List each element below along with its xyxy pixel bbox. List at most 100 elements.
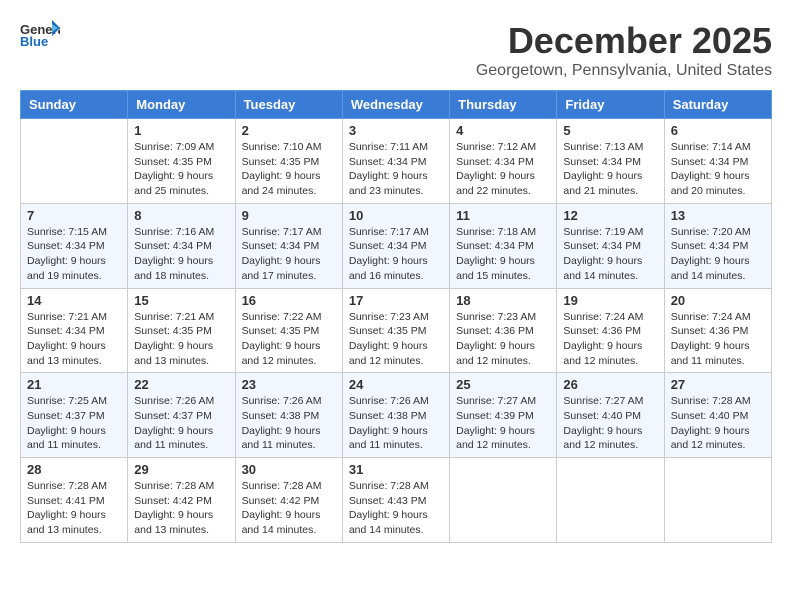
day-number: 11 <box>456 208 550 223</box>
table-row: 17 Sunrise: 7:23 AMSunset: 4:35 PMDayligh… <box>342 288 449 373</box>
table-row: 16Sunrise: 7:22 AMSunset: 4:35 PMDayligh… <box>235 288 342 373</box>
day-info: Sunrise: 7:21 AMSunset: 4:34 PMDaylight:… <box>27 310 121 369</box>
table-row: 1 Sunrise: 7:09 AMSunset: 4:35 PMDaylight… <box>128 119 235 204</box>
table-row: 14 Sunrise: 7:21 AMSunset: 4:34 PMDayligh… <box>21 288 128 373</box>
day-number: 5 <box>563 123 657 138</box>
day-info: Sunrise: 7:14 AMSunset: 4:34 PMDaylight:… <box>671 140 765 199</box>
table-row: 5 Sunrise: 7:13 AMSunset: 4:34 PMDaylight… <box>557 119 664 204</box>
calendar-week-row: 14 Sunrise: 7:21 AMSunset: 4:34 PMDayligh… <box>21 288 772 373</box>
header-sunday: Sunday <box>21 91 128 119</box>
day-info: Sunrise: 7:18 AMSunset: 4:34 PMDaylight:… <box>456 225 550 284</box>
day-info: Sunrise: 7:24 AMSunset: 4:36 PMDaylight:… <box>671 310 765 369</box>
table-row: 11 Sunrise: 7:18 AMSunset: 4:34 PMDayligh… <box>450 203 557 288</box>
day-info: Sunrise: 7:28 AMSunset: 4:41 PMDaylight:… <box>27 479 121 538</box>
day-number: 18 <box>456 293 550 308</box>
table-row <box>557 458 664 543</box>
table-row <box>664 458 771 543</box>
day-number: 27 <box>671 377 765 392</box>
table-row: 31Sunrise: 7:28 AMSunset: 4:43 PMDayligh… <box>342 458 449 543</box>
day-info: Sunrise: 7:15 AMSunset: 4:34 PMDaylight:… <box>27 225 121 284</box>
day-info: Sunrise: 7:24 AMSunset: 4:36 PMDaylight:… <box>563 310 657 369</box>
day-info: Sunrise: 7:16 AMSunset: 4:34 PMDaylight:… <box>134 225 228 284</box>
table-row: 26 Sunrise: 7:27 AMSunset: 4:40 PMDayligh… <box>557 373 664 458</box>
day-info: Sunrise: 7:26 AMSunset: 4:38 PMDaylight:… <box>242 394 336 453</box>
day-number: 2 <box>242 123 336 138</box>
day-number: 23 <box>242 377 336 392</box>
logo-icon: General Blue <box>20 20 60 48</box>
day-number: 1 <box>134 123 228 138</box>
table-row: 19 Sunrise: 7:24 AMSunset: 4:36 PMDayligh… <box>557 288 664 373</box>
day-info: Sunrise: 7:17 AMSunset: 4:34 PMDaylight:… <box>349 225 443 284</box>
day-number: 20 <box>671 293 765 308</box>
table-row: 21 Sunrise: 7:25 AMSunset: 4:37 PMDayligh… <box>21 373 128 458</box>
day-info: Sunrise: 7:21 AMSunset: 4:35 PMDaylight:… <box>134 310 228 369</box>
table-row: 4 Sunrise: 7:12 AMSunset: 4:34 PMDaylight… <box>450 119 557 204</box>
table-row: 8 Sunrise: 7:16 AMSunset: 4:34 PMDaylight… <box>128 203 235 288</box>
table-row: 18Sunrise: 7:23 AMSunset: 4:36 PMDayligh… <box>450 288 557 373</box>
day-number: 24 <box>349 377 443 392</box>
table-row <box>21 119 128 204</box>
table-row: 22Sunrise: 7:26 AMSunset: 4:37 PMDayligh… <box>128 373 235 458</box>
day-info: Sunrise: 7:12 AMSunset: 4:34 PMDaylight:… <box>456 140 550 199</box>
day-info: Sunrise: 7:28 AMSunset: 4:40 PMDaylight:… <box>671 394 765 453</box>
day-info: Sunrise: 7:23 AMSunset: 4:35 PMDaylight:… <box>349 310 443 369</box>
day-number: 9 <box>242 208 336 223</box>
title-area: December 2025 Georgetown, Pennsylvania, … <box>476 20 772 80</box>
day-number: 4 <box>456 123 550 138</box>
calendar-header-row: Sunday Monday Tuesday Wednesday Thursday… <box>21 91 772 119</box>
header-tuesday: Tuesday <box>235 91 342 119</box>
header-monday: Monday <box>128 91 235 119</box>
table-row: 9 Sunrise: 7:17 AMSunset: 4:34 PMDaylight… <box>235 203 342 288</box>
day-info: Sunrise: 7:27 AMSunset: 4:39 PMDaylight:… <box>456 394 550 453</box>
day-number: 17 <box>349 293 443 308</box>
month-title: December 2025 <box>476 20 772 62</box>
day-number: 21 <box>27 377 121 392</box>
day-number: 10 <box>349 208 443 223</box>
table-row: 29Sunrise: 7:28 AMSunset: 4:42 PMDayligh… <box>128 458 235 543</box>
header-thursday: Thursday <box>450 91 557 119</box>
svg-text:Blue: Blue <box>20 34 48 48</box>
day-number: 26 <box>563 377 657 392</box>
calendar-table: Sunday Monday Tuesday Wednesday Thursday… <box>20 90 772 543</box>
day-number: 3 <box>349 123 443 138</box>
table-row: 25Sunrise: 7:27 AMSunset: 4:39 PMDayligh… <box>450 373 557 458</box>
table-row: 27 Sunrise: 7:28 AMSunset: 4:40 PMDayligh… <box>664 373 771 458</box>
day-number: 7 <box>27 208 121 223</box>
day-info: Sunrise: 7:13 AMSunset: 4:34 PMDaylight:… <box>563 140 657 199</box>
day-number: 12 <box>563 208 657 223</box>
table-row: 6Sunrise: 7:14 AMSunset: 4:34 PMDaylight… <box>664 119 771 204</box>
day-info: Sunrise: 7:20 AMSunset: 4:34 PMDaylight:… <box>671 225 765 284</box>
day-number: 16 <box>242 293 336 308</box>
day-number: 28 <box>27 462 121 477</box>
table-row: 30Sunrise: 7:28 AMSunset: 4:42 PMDayligh… <box>235 458 342 543</box>
day-info: Sunrise: 7:27 AMSunset: 4:40 PMDaylight:… <box>563 394 657 453</box>
calendar-week-row: 7 Sunrise: 7:15 AMSunset: 4:34 PMDaylight… <box>21 203 772 288</box>
day-info: Sunrise: 7:28 AMSunset: 4:42 PMDaylight:… <box>134 479 228 538</box>
day-number: 22 <box>134 377 228 392</box>
table-row <box>450 458 557 543</box>
location-title: Georgetown, Pennsylvania, United States <box>476 62 772 80</box>
day-info: Sunrise: 7:10 AMSunset: 4:35 PMDaylight:… <box>242 140 336 199</box>
day-number: 14 <box>27 293 121 308</box>
day-info: Sunrise: 7:25 AMSunset: 4:37 PMDaylight:… <box>27 394 121 453</box>
day-number: 8 <box>134 208 228 223</box>
table-row: 2 Sunrise: 7:10 AMSunset: 4:35 PMDaylight… <box>235 119 342 204</box>
table-row: 7 Sunrise: 7:15 AMSunset: 4:34 PMDaylight… <box>21 203 128 288</box>
day-info: Sunrise: 7:09 AMSunset: 4:35 PMDaylight:… <box>134 140 228 199</box>
day-info: Sunrise: 7:11 AMSunset: 4:34 PMDaylight:… <box>349 140 443 199</box>
day-number: 15 <box>134 293 228 308</box>
logo: General Blue <box>20 20 60 48</box>
table-row: 23 Sunrise: 7:26 AMSunset: 4:38 PMDayligh… <box>235 373 342 458</box>
table-row: 12 Sunrise: 7:19 AMSunset: 4:34 PMDayligh… <box>557 203 664 288</box>
day-info: Sunrise: 7:17 AMSunset: 4:34 PMDaylight:… <box>242 225 336 284</box>
day-info: Sunrise: 7:19 AMSunset: 4:34 PMDaylight:… <box>563 225 657 284</box>
table-row: 3 Sunrise: 7:11 AMSunset: 4:34 PMDaylight… <box>342 119 449 204</box>
table-row: 28 Sunrise: 7:28 AMSunset: 4:41 PMDayligh… <box>21 458 128 543</box>
day-number: 13 <box>671 208 765 223</box>
calendar-week-row: 28 Sunrise: 7:28 AMSunset: 4:41 PMDayligh… <box>21 458 772 543</box>
day-number: 19 <box>563 293 657 308</box>
calendar-week-row: 21 Sunrise: 7:25 AMSunset: 4:37 PMDayligh… <box>21 373 772 458</box>
header-wednesday: Wednesday <box>342 91 449 119</box>
day-number: 30 <box>242 462 336 477</box>
table-row: 24Sunrise: 7:26 AMSunset: 4:38 PMDayligh… <box>342 373 449 458</box>
